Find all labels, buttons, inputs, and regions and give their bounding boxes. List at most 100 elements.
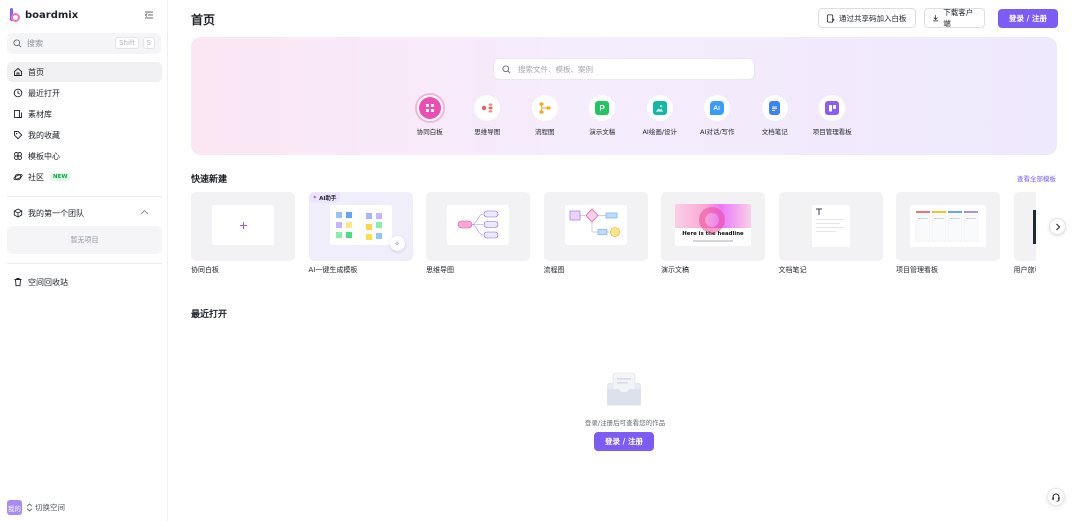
template-icon	[14, 152, 22, 160]
tool-label: AI对话/写作	[699, 128, 735, 136]
tool-label: 文档笔记	[761, 128, 788, 136]
brand-name: boardmix	[25, 9, 79, 21]
search-icon	[502, 64, 511, 73]
sidebar-item-recent[interactable]: 最近打开	[7, 83, 162, 103]
sidebar-item-label: 素材库	[28, 109, 52, 119]
card-presentation[interactable]: Here is the headline 演示文稿	[661, 192, 765, 275]
card-thumbnail	[896, 192, 1000, 261]
tool-ai-paint[interactable]: AI绘画/设计	[631, 95, 689, 136]
quick-create-cards: 协同白板 ✦ AI助手 ✧ AI一键生成模板 思维导图 流程图 Here is …	[191, 192, 1036, 282]
avatar: 我的	[7, 500, 22, 515]
ai-assistant-tag: ✦ AI助手	[308, 192, 341, 203]
sidebar-item-label: 首页	[28, 67, 44, 77]
download-client-label: 下载客户端	[943, 8, 974, 28]
card-label: 用户旅程图	[1013, 266, 1037, 274]
card-doc-note[interactable]: 文档笔记	[778, 192, 883, 275]
join-board-icon	[826, 13, 835, 23]
switch-space-button[interactable]: 我的 切换空间	[7, 500, 65, 515]
hero-search-placeholder: 搜索文件、模板、案例	[518, 64, 593, 74]
chevron-up-icon[interactable]	[140, 209, 149, 215]
sidebar-item-label: 我的收藏	[28, 130, 60, 140]
presentation-icon	[595, 101, 610, 115]
card-label: 文档笔记	[778, 266, 807, 274]
boardmix-logo-icon	[10, 8, 21, 22]
sidebar-divider	[7, 263, 162, 264]
card-user-journey[interactable]: 用户旅程图	[1013, 192, 1037, 275]
hero-search-input[interactable]: 搜索文件、模板、案例	[493, 58, 755, 80]
tool-label: 流程图	[535, 128, 555, 136]
card-flowchart[interactable]: 流程图	[543, 192, 648, 275]
tool-ai-chat[interactable]: AI对话/写作	[689, 95, 747, 136]
tool-kanban[interactable]: 项目管理看板	[804, 95, 862, 136]
sidebar-item-favorites[interactable]: 我的收藏	[7, 125, 162, 145]
card-thumbnail	[426, 192, 530, 261]
headset-icon	[1052, 493, 1060, 502]
tool-label: 演示文稿	[589, 128, 616, 136]
sidebar-item-trash[interactable]: 空间回收站	[7, 272, 162, 292]
tool-label: 思维导图	[474, 128, 501, 136]
ai-sticky-board	[329, 205, 392, 245]
hero-banner: 搜索文件、模板、案例 协同白板 思维导图 流程图 演示文稿 AI绘画/设计 AI…	[191, 37, 1057, 155]
card-mindmap[interactable]: 思维导图	[426, 192, 530, 275]
login-button[interactable]: 登录 / 注册	[998, 9, 1058, 28]
team-name: 我的第一个团队	[28, 208, 84, 218]
card-blank-whiteboard[interactable]: 协同白板	[191, 192, 295, 275]
ai-tag-label: AI助手	[319, 195, 337, 202]
card-label: AI一键生成模板	[308, 266, 358, 274]
card-label: 思维导图	[426, 266, 454, 274]
trash-icon	[14, 278, 22, 287]
tool-label: 项目管理看板	[812, 128, 852, 136]
recent-title: 最近打开	[191, 310, 228, 320]
search-placeholder: 搜索	[27, 39, 43, 48]
collapse-sidebar-icon[interactable]	[144, 10, 154, 20]
slide-preview: Here is the headline	[675, 204, 751, 246]
flowchart-preview	[564, 205, 627, 245]
card-thumbnail: ✦ AI助手 ✧	[308, 192, 413, 261]
sidebar-item-label: 社区	[28, 172, 44, 182]
card-ai-template[interactable]: ✦ AI助手 ✧ AI一键生成模板	[308, 192, 413, 275]
help-button[interactable]	[1047, 488, 1065, 506]
sidebar-item-library[interactable]: 素材库	[7, 104, 162, 124]
sidebar-search[interactable]: 搜索 Shift S	[7, 33, 161, 54]
join-by-code-label: 通过共享码加入白板	[839, 13, 907, 23]
tool-doc-note[interactable]: 文档笔记	[746, 95, 804, 136]
sidebar-divider	[7, 196, 162, 197]
whiteboard-icon	[418, 97, 441, 119]
join-by-code-button[interactable]: 通过共享码加入白板	[818, 8, 916, 28]
tag-icon	[14, 131, 23, 140]
shortcut-key-s: S	[142, 37, 155, 49]
tool-mindmap[interactable]: 思维导图	[459, 95, 517, 136]
card-thumbnail	[1013, 192, 1036, 261]
download-client-button[interactable]: 下载客户端	[924, 8, 985, 28]
card-label: 协同白板	[191, 266, 219, 274]
view-all-templates-link[interactable]: 查看全部模板	[1017, 173, 1056, 183]
flowchart-icon	[538, 101, 552, 115]
carousel-next-button[interactable]	[1049, 218, 1066, 235]
tool-label: 协同白板	[416, 128, 443, 136]
sparkle-icon: ✦	[312, 194, 318, 201]
search-icon	[13, 39, 22, 48]
brand-logo[interactable]: boardmix	[10, 8, 78, 22]
sidebar-item-templates[interactable]: 模板中心	[7, 146, 162, 166]
tool-presentation[interactable]: 演示文稿	[574, 95, 632, 136]
sidebar-nav: 首页 最近打开 素材库 我的收藏 模板中心 社区 NEW	[7, 62, 162, 188]
ai-paint-icon	[652, 101, 667, 115]
switch-arrows-icon	[26, 503, 33, 512]
card-label: 流程图	[543, 266, 565, 274]
sidebar-item-community[interactable]: 社区 NEW	[7, 167, 162, 187]
tool-label: AI绘画/设计	[642, 128, 678, 136]
mindmap-preview	[447, 205, 509, 245]
card-kanban[interactable]: 项目管理看板	[896, 192, 1000, 275]
sidebar-item-home[interactable]: 首页	[7, 62, 162, 82]
new-badge: NEW	[50, 173, 71, 181]
kanban-icon	[825, 101, 840, 115]
sidebar: boardmix 搜索 Shift S 首页 最近打开 素材库 我的收藏 模板中…	[0, 0, 168, 521]
tool-flowchart[interactable]: 流程图	[516, 95, 574, 136]
page-title: 首页	[191, 13, 216, 27]
plus-icon	[239, 221, 247, 229]
tool-whiteboard[interactable]: 协同白板	[401, 93, 459, 136]
shortcut-key-shift: Shift	[115, 37, 139, 49]
empty-state-login-button[interactable]: 登录 / 注册	[594, 432, 654, 451]
card-label: 演示文稿	[661, 266, 689, 274]
team-section-header[interactable]: 我的第一个团队	[7, 204, 162, 222]
